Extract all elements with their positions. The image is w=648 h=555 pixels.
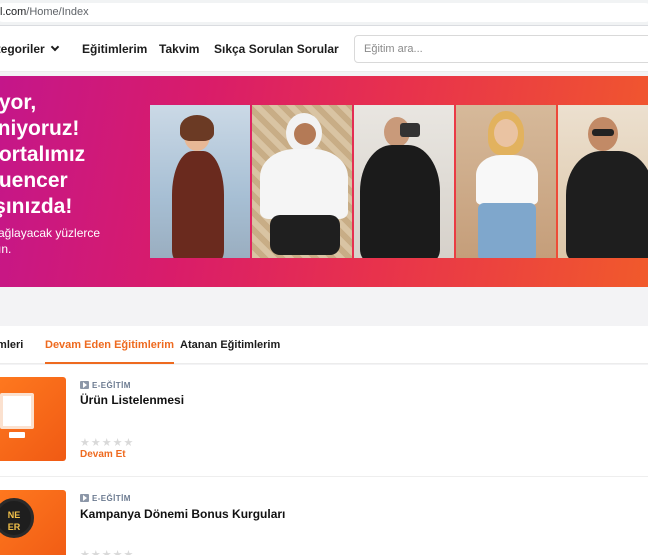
course-card[interactable]: E-EĞİTİM Ürün Listelenmesi ★★★★★ Devam E… xyxy=(0,365,648,477)
tab-ongoing-trainings[interactable]: Devam Eden Eğitimlerim xyxy=(45,326,174,364)
banner-headline-line: rşınızda! xyxy=(0,195,73,218)
star-rating: ★★★★★ xyxy=(80,437,135,449)
course-thumbnail[interactable]: NE ER xyxy=(0,490,66,555)
person-body-shape xyxy=(260,149,348,219)
nav-categories[interactable]: ategoriler xyxy=(0,26,59,72)
banner-subtext-line: şın. xyxy=(0,242,12,256)
person-body-shape xyxy=(566,151,648,258)
course-type-tag: E-EĞİTİM xyxy=(80,380,131,390)
course-list: E-EĞİTİM Ürün Listelenmesi ★★★★★ Devam E… xyxy=(0,365,648,555)
play-icon xyxy=(80,494,89,502)
training-tabs: imleri Devam Eden Eğitimlerim Atanan Eği… xyxy=(0,326,648,364)
banner-headline: üyor, eniyoruz! portalımız fluencer rşın… xyxy=(0,90,126,220)
browser-address-bar: l.com/Home/Index xyxy=(0,0,648,26)
influencer-photo xyxy=(150,105,250,258)
person-body-shape xyxy=(476,155,538,205)
star-rating: ★★★★★ xyxy=(80,549,135,555)
course-card[interactable]: NE ER E-EĞİTİM Kampanya Dönemi Bonus Kur… xyxy=(0,478,648,555)
course-type-label: E-EĞİTİM xyxy=(92,381,131,390)
person-head-shape xyxy=(494,119,518,147)
banner-headline-line: eniyoruz! xyxy=(0,117,80,140)
banner-headline-line: fluencer xyxy=(0,169,68,192)
hero-banner[interactable]: üyor, eniyoruz! portalımız fluencer rşın… xyxy=(0,76,648,287)
influencer-photo xyxy=(456,105,556,258)
tab-assigned-trainings[interactable]: Atanan Eğitimlerim xyxy=(180,326,280,364)
shorts-shape xyxy=(270,215,340,255)
play-icon xyxy=(80,381,89,389)
nav-my-trainings[interactable]: Eğitimlerim xyxy=(82,26,147,72)
url-host: l.com xyxy=(0,6,27,18)
nav-categories-label: ategoriler xyxy=(0,42,45,56)
course-title[interactable]: Ürün Listelenmesi xyxy=(80,393,184,407)
banner-subtext: sağlayacak yüzlerce şın. xyxy=(0,225,100,257)
banner-headline-line: portalımız xyxy=(0,143,86,166)
continue-link[interactable]: Devam Et xyxy=(80,449,126,460)
course-title[interactable]: Kampanya Dönemi Bonus Kurguları xyxy=(80,507,285,521)
nav-calendar[interactable]: Takvim xyxy=(159,26,199,72)
person-head-shape xyxy=(294,123,316,145)
monitor-icon xyxy=(0,393,34,438)
person-body-shape xyxy=(172,151,224,258)
search-input[interactable] xyxy=(354,35,648,63)
influencer-photo xyxy=(252,105,352,258)
person-body-shape xyxy=(360,145,440,258)
jeans-shape xyxy=(478,203,536,258)
chevron-down-icon xyxy=(50,42,59,52)
sunglasses-shape xyxy=(592,129,614,136)
nav-faq[interactable]: Sıkça Sorulan Sorular xyxy=(214,26,339,72)
camera-shape xyxy=(400,123,420,137)
tab-all-trainings[interactable]: imleri xyxy=(0,326,23,364)
url-field[interactable]: l.com/Home/Index xyxy=(0,3,648,22)
site-header: ategoriler Eğitimlerim Takvim Sıkça Soru… xyxy=(0,26,648,72)
course-type-tag: E-EĞİTİM xyxy=(80,493,131,503)
course-thumbnail[interactable] xyxy=(0,377,66,461)
influencer-photo xyxy=(354,105,454,258)
hair-shape xyxy=(180,115,214,141)
course-badge-graphic: NE ER xyxy=(0,498,34,538)
app-root: l.com/Home/Index ategoriler Eğitimlerim … xyxy=(0,0,648,555)
banner-subtext-line: sağlayacak yüzlerce xyxy=(0,226,101,240)
banner-headline-line: üyor, xyxy=(0,91,37,114)
influencer-photo xyxy=(558,105,648,258)
influencer-photo-strip xyxy=(150,105,648,258)
url-path: /Home/Index xyxy=(26,6,89,18)
course-type-label: E-EĞİTİM xyxy=(92,494,131,503)
